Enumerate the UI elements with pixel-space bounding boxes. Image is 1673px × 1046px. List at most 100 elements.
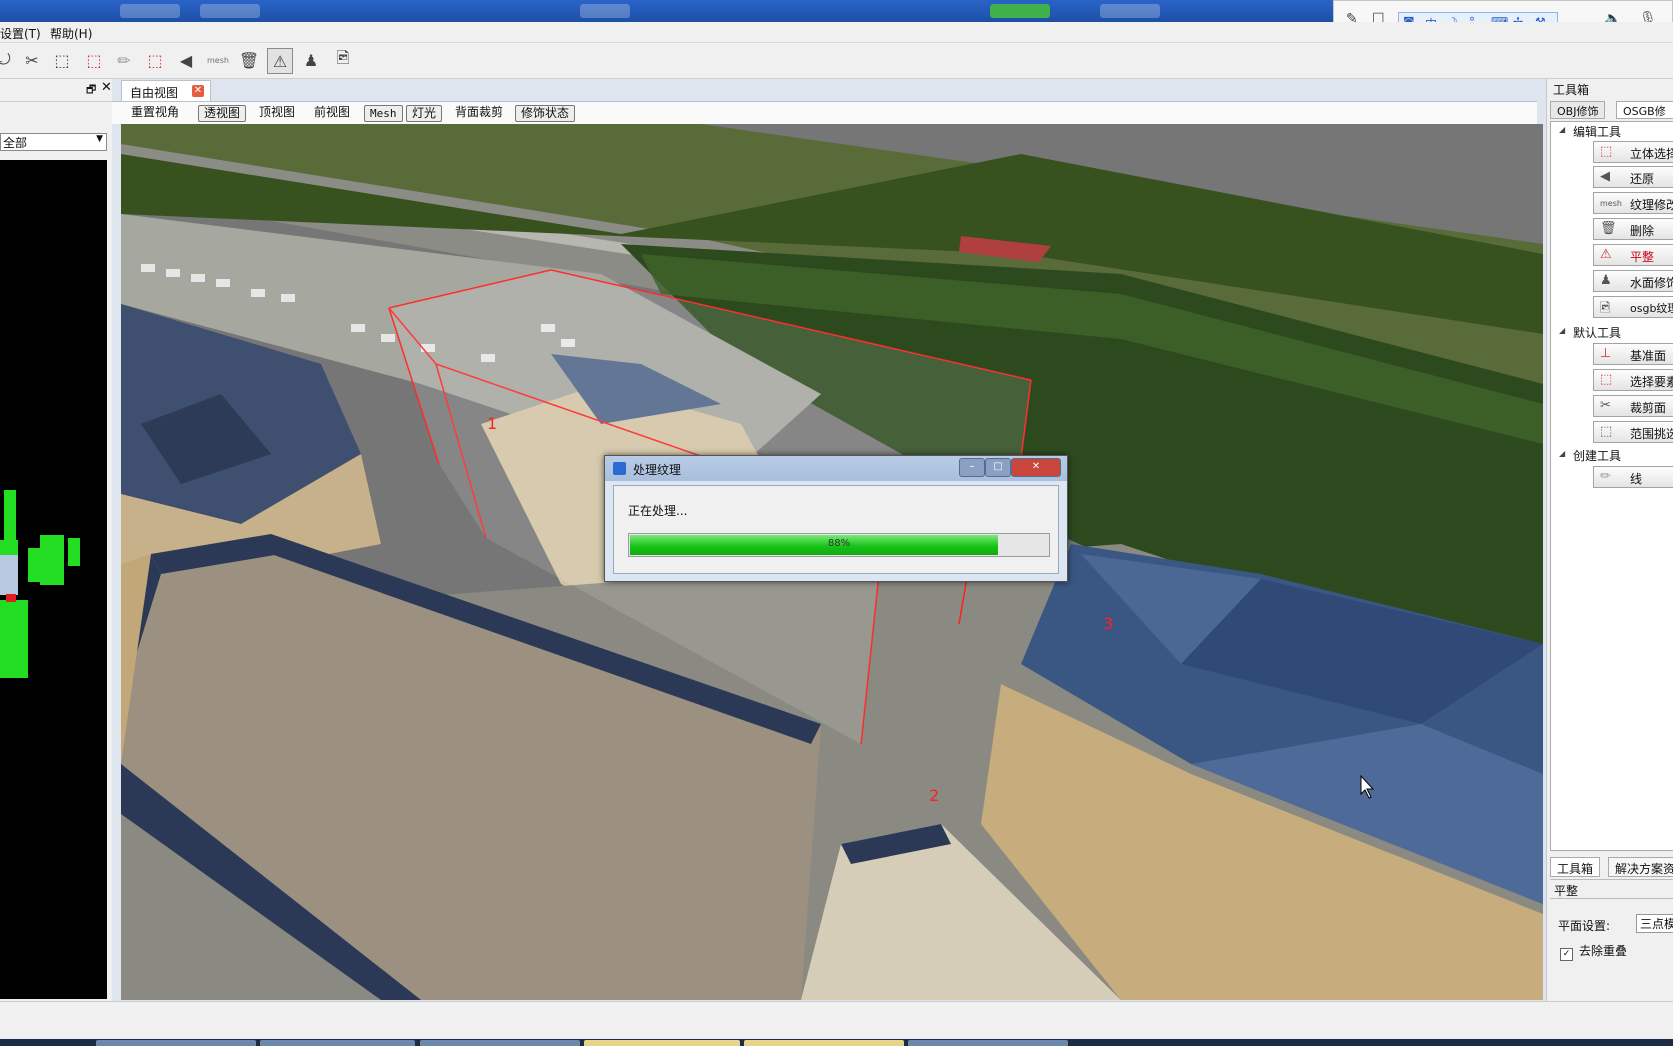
expand-icon: ◢: [1559, 326, 1566, 335]
dialog-body: 正在处理... 88%: [613, 485, 1059, 574]
trash-icon: 🗑: [1600, 221, 1617, 236]
tool-texture-modify[interactable]: mesh 纹理修改: [1593, 192, 1673, 214]
marker-1: 1: [487, 414, 498, 433]
tool-line[interactable]: ✏ 线: [1593, 466, 1673, 488]
menu-bar: 设置(T) 帮助(H): [0, 22, 1673, 43]
dialog-titlebar[interactable]: 处理纹理 – □ ✕: [605, 456, 1067, 481]
water-icon: ♟: [1600, 273, 1612, 288]
taskbar-thumb: [200, 4, 260, 18]
undo-icon[interactable]: ◀: [174, 48, 198, 72]
status-bar: [0, 1001, 1673, 1040]
tab-toolbox[interactable]: 工具箱: [1550, 857, 1601, 877]
expand-icon: ◢: [1559, 449, 1566, 458]
mesh-toggle-button[interactable]: Mesh: [364, 105, 403, 122]
app-icon: [613, 462, 626, 475]
taskbar-thumb: [580, 4, 630, 18]
perspective-view-button[interactable]: 透视图: [198, 105, 247, 122]
overview-shape: [0, 600, 28, 678]
stereo-select-icon: ⬚: [1600, 144, 1613, 159]
tool-osgb-texture[interactable]: 🖻 osgb纹理: [1593, 296, 1673, 318]
close-icon[interactable]: ✕: [101, 80, 112, 95]
mesh-texture-icon[interactable]: mesh: [206, 48, 230, 72]
restore-icon[interactable]: 🗗: [86, 81, 96, 100]
tool-clip-plane[interactable]: ✂ 裁剪面: [1593, 395, 1673, 417]
select-icon: ⬚: [1600, 372, 1613, 387]
flatten-section-header: 平整: [1550, 879, 1673, 899]
tool-delete[interactable]: 🗑 删除: [1593, 218, 1673, 240]
select-icon[interactable]: ⤾: [0, 48, 16, 72]
light-toggle-button[interactable]: 灯光: [406, 105, 443, 122]
menu-settings[interactable]: 设置(T): [0, 25, 41, 42]
progress-bar: 88%: [628, 533, 1050, 557]
reset-view-button[interactable]: 重置视角: [126, 105, 184, 120]
tool-select-feature[interactable]: ⬚ 选择要素: [1593, 369, 1673, 391]
overview-marker: [6, 594, 16, 602]
marker-3: 3: [1103, 614, 1114, 633]
plane-setting-select[interactable]: 三点模: [1636, 914, 1673, 933]
tool-restore[interactable]: ◀ 还原: [1593, 166, 1673, 188]
flatten-icon: ⚠: [1600, 247, 1612, 262]
front-view-button[interactable]: 前视图: [309, 105, 355, 120]
dialog-title: 处理纹理: [633, 463, 682, 477]
decoration-state-button[interactable]: 修饰状态: [515, 105, 576, 122]
taskbar-button[interactable]: [908, 1040, 1068, 1046]
taskbar-button[interactable]: [584, 1040, 740, 1046]
osgb-texture-icon[interactable]: 🖻: [331, 48, 355, 72]
close-icon[interactable]: ✕: [192, 85, 204, 97]
pencil-icon: ✏: [1600, 469, 1611, 484]
scissors-icon[interactable]: ✂: [20, 48, 44, 72]
toolbox-panel: 工具箱 OBJ修饰 OSGB修饰 ◢ 编辑工具 ⬚立体选择 ◀还原 mesh纹理修…: [1546, 79, 1673, 1001]
tool-stereo-select[interactable]: ⬚ 立体选择: [1593, 141, 1673, 163]
taskbar-button[interactable]: [744, 1040, 904, 1046]
layer-select[interactable]: 全部 ▼: [0, 133, 107, 151]
backface-cull-button[interactable]: 背面裁剪: [450, 105, 508, 120]
chevron-down-icon: ▼: [96, 134, 103, 144]
flatten-icon[interactable]: ⚠: [267, 48, 293, 74]
tool-base-plane[interactable]: ⊥ 基准面: [1593, 343, 1673, 365]
taskbar-thumb: [1100, 4, 1160, 18]
taskbar-button[interactable]: [260, 1040, 415, 1046]
group-default-tools[interactable]: ◢ 默认工具: [1559, 324, 1622, 341]
axis-icon: ⊥: [1600, 346, 1612, 361]
tab-solution[interactable]: 解决方案资: [1608, 857, 1673, 877]
scissors-icon: ✂: [1600, 398, 1611, 413]
main-toolbar: ⤾ ✂ ⬚ ⬚ ✏ ⬚ ◀ mesh 🗑 ⚠ ♟ 🖻: [0, 43, 1673, 79]
box-select-icon[interactable]: ⬚: [82, 48, 106, 72]
overview-canvas[interactable]: [0, 160, 107, 999]
osgb-texture-icon: 🖻: [1600, 301, 1611, 316]
processing-message: 正在处理...: [628, 504, 688, 518]
maximize-icon[interactable]: □: [985, 458, 1011, 477]
tab-obj-decoration[interactable]: OBJ修饰: [1550, 101, 1606, 119]
group-label: 编辑工具: [1573, 125, 1622, 139]
tool-flatten[interactable]: ⚠ 平整: [1593, 244, 1673, 266]
group-create-tools[interactable]: ◢ 创建工具: [1559, 447, 1622, 464]
progress-text: 88%: [827, 538, 851, 549]
checkbox-icon[interactable]: ✓: [1560, 948, 1573, 961]
tab-osgb-decoration[interactable]: OSGB修饰: [1616, 101, 1673, 134]
group-label: 创建工具: [1573, 449, 1622, 463]
menu-help[interactable]: 帮助(H): [50, 25, 92, 42]
group-label: 默认工具: [1573, 326, 1622, 340]
remove-overlap-checkbox[interactable]: ✓ 去除重叠: [1560, 942, 1627, 961]
tool-water-decoration[interactable]: ♟ 水面修饰: [1593, 270, 1673, 292]
close-icon[interactable]: ✕: [1011, 458, 1061, 477]
top-view-button[interactable]: 顶视图: [254, 105, 300, 120]
taskbar-thumb: [120, 4, 180, 18]
taskbar-button[interactable]: [420, 1040, 580, 1046]
pencil-icon[interactable]: ✏: [112, 48, 136, 72]
minimize-icon[interactable]: –: [959, 458, 985, 477]
water-icon[interactable]: ♟: [299, 48, 323, 72]
range-select-icon[interactable]: ⬚: [50, 48, 74, 72]
tool-tree: ◢ 编辑工具 ⬚ 立体选择 ◀ 还原 mesh 纹理修改 🗑 删除 ⚠ 平整 ♟ 水面修饰 🖻…: [1550, 121, 1673, 851]
overview-shape: [68, 538, 80, 566]
group-edit-tools[interactable]: ◢ 编辑工具: [1559, 123, 1622, 140]
left-panel: 🗗 ✕ 全部 ▼: [0, 79, 112, 1001]
trash-icon[interactable]: 🗑: [237, 48, 261, 72]
progress-thumb: [990, 4, 1050, 18]
tool-range-pick[interactable]: ⬚ 范围挑选: [1593, 421, 1673, 443]
stereo-select-icon[interactable]: ⬚: [143, 48, 167, 72]
taskbar-button[interactable]: [96, 1040, 256, 1046]
toolbox-title: 工具箱: [1553, 83, 1590, 97]
layer-select-value: 全部: [3, 136, 28, 150]
tab-free-view[interactable]: 自由视图 ✕: [121, 80, 211, 101]
